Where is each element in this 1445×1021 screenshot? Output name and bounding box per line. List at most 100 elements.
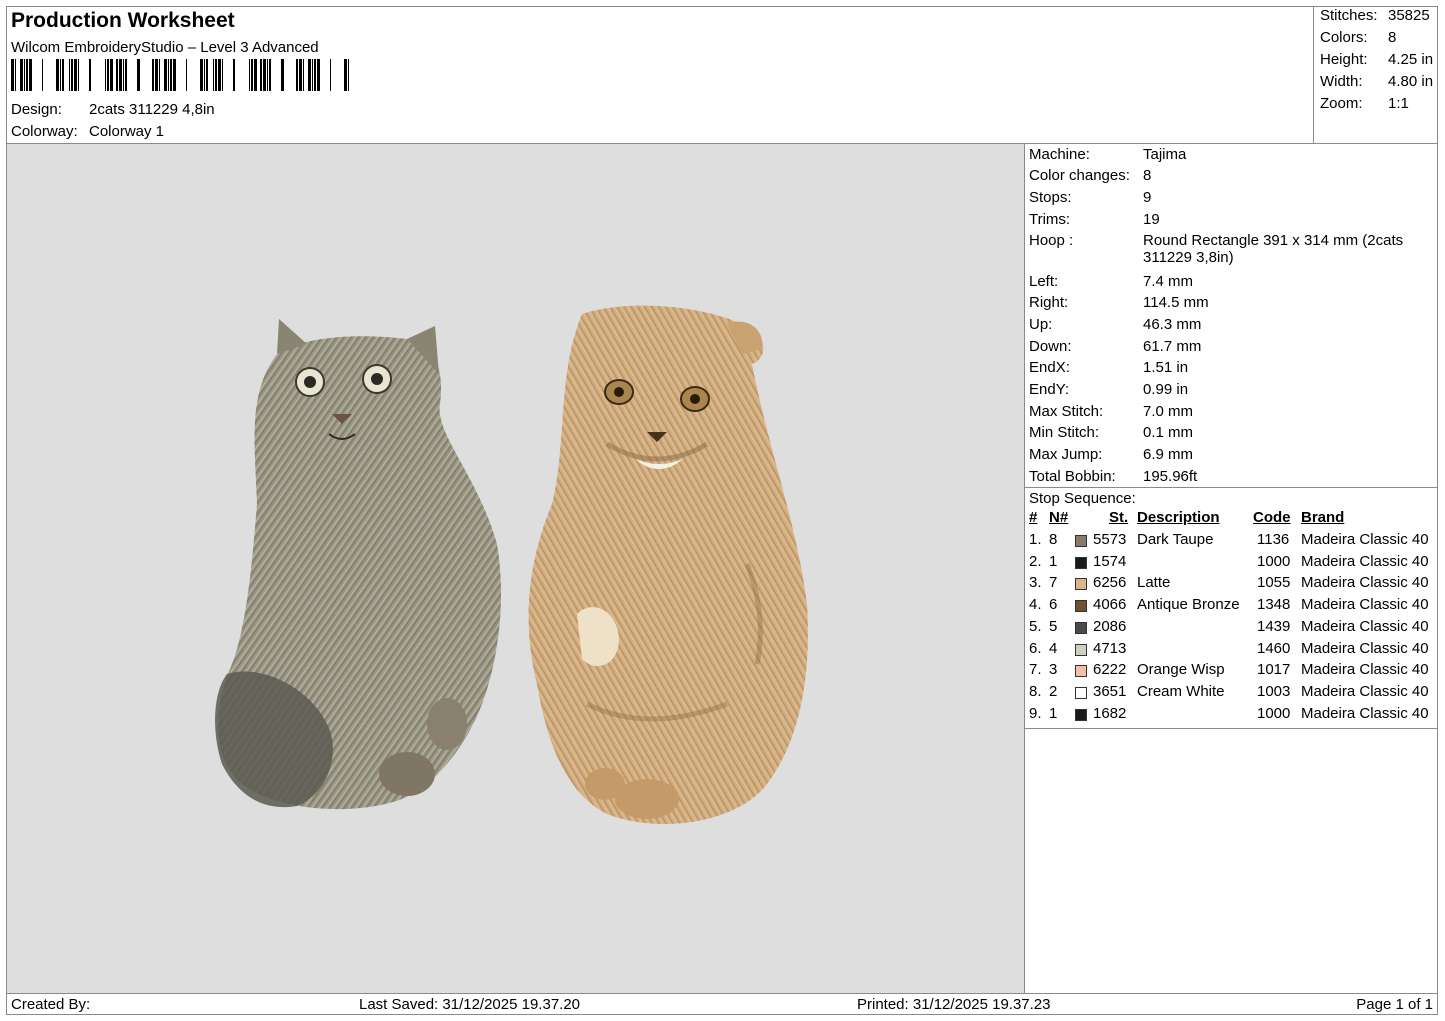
thread-color-swatch <box>1075 665 1087 678</box>
cell-code: 1000 <box>1257 704 1291 722</box>
design-value: 2cats 311229 4,8in <box>89 101 215 118</box>
thread-color-swatch <box>1075 578 1087 591</box>
stop-sequence-row: 9. 1 1682 1000 Madeira Classic 40 <box>1025 705 1437 727</box>
stop-sequence-header: # N# St. Description Code Brand <box>1025 509 1437 531</box>
stat-label: Height: <box>1320 51 1368 68</box>
info-label: Right: <box>1029 294 1069 311</box>
cell-n: 4 <box>1049 639 1058 657</box>
stat-zoom: Zoom: 1:1 <box>1320 95 1409 115</box>
cell-num: 5. <box>1029 617 1042 635</box>
col-num: # <box>1029 509 1038 526</box>
info-value: 8 <box>1143 167 1152 184</box>
software-name: Wilcom EmbroideryStudio – Level 3 Advanc… <box>11 39 319 56</box>
barcode-image <box>11 59 349 91</box>
embroidery-preview-image <box>215 305 808 824</box>
cell-brand: Madeira Classic 40 <box>1301 596 1429 614</box>
colorway-label: Colorway: <box>11 123 78 140</box>
worksheet-header: Production Worksheet Wilcom EmbroiderySt… <box>7 7 1313 143</box>
stat-label: Zoom: <box>1320 95 1363 112</box>
info-label: Total Bobbin: <box>1029 468 1116 485</box>
cell-num: 3. <box>1029 574 1042 592</box>
stop-sequence-row: 4. 6 4066 Antique Bronze 1348 Madeira Classic… <box>1025 596 1437 618</box>
info-label: Down: <box>1029 338 1072 355</box>
thread-color-swatch <box>1075 643 1087 656</box>
cell-num: 4. <box>1029 596 1042 614</box>
stat-label: Width: <box>1320 73 1363 90</box>
cell-n: 8 <box>1049 531 1058 548</box>
stop-sequence-row: 6. 4 4713 1460 Madeira Classic 40 <box>1025 640 1437 662</box>
page-title: Production Worksheet <box>11 9 235 32</box>
stat-value: 8 <box>1388 29 1397 46</box>
info-value: 9 <box>1143 189 1152 206</box>
ginger-cat-figure <box>528 305 808 824</box>
cell-desc: Dark Taupe <box>1137 531 1214 548</box>
cell-code: 1017 <box>1257 661 1291 679</box>
cell-brand: Madeira Classic 40 <box>1301 704 1429 722</box>
info-label: Max Stitch: <box>1029 403 1104 420</box>
cell-code: 1000 <box>1257 552 1291 570</box>
thread-color-swatch <box>1075 686 1087 699</box>
cell-num: 6. <box>1029 639 1042 657</box>
col-code: Code <box>1253 509 1291 526</box>
cell-brand: Madeira Classic 40 <box>1301 531 1429 548</box>
cell-n: 2 <box>1049 682 1058 700</box>
cell-n: 5 <box>1049 617 1058 635</box>
info-label: Up: <box>1029 316 1053 333</box>
sequence-divider <box>1025 728 1437 729</box>
stop-sequence-row: 1. 8 5573 Dark Taupe 1136 Madeira Classic 40 <box>1025 531 1437 553</box>
cell-brand: Madeira Classic 40 <box>1301 682 1429 700</box>
cell-st: 1682 <box>1093 704 1127 722</box>
cell-num: 8. <box>1029 682 1042 700</box>
info-value: 114.5 mm <box>1143 294 1209 311</box>
info-label: Machine: <box>1029 146 1090 163</box>
cell-n: 6 <box>1049 596 1058 614</box>
cell-n: 3 <box>1049 661 1058 679</box>
info-value: 1.51 in <box>1143 359 1189 376</box>
thread-color-swatch <box>1075 708 1087 721</box>
created-by: Created By: <box>11 996 91 1013</box>
info-label: Min Stitch: <box>1029 424 1100 441</box>
info-value: 195.96ft <box>1143 468 1198 485</box>
thread-color-swatch <box>1075 535 1087 547</box>
info-label: EndX: <box>1029 359 1070 376</box>
last-saved: Last Saved: 31/12/2025 19.37.20 <box>359 996 581 1013</box>
machine-info-panel: Machine: Tajima Color changes: 8 Stops: 9 T… <box>1025 144 1437 993</box>
cell-code: 1003 <box>1257 682 1291 700</box>
cell-st: 2086 <box>1093 617 1127 635</box>
info-label: Left: <box>1029 273 1059 290</box>
cell-st: 4066 <box>1093 596 1127 614</box>
stat-height: Height: 4.25 in <box>1320 51 1433 71</box>
info-value: 19 <box>1143 211 1160 228</box>
cell-num: 1. <box>1029 531 1042 548</box>
info-value: Round Rectangle 391 x 314 mm (2cats 3112… <box>1143 232 1404 266</box>
info-label: Max Jump: <box>1029 446 1103 463</box>
info-label: EndY: <box>1029 381 1070 398</box>
cell-code: 1055 <box>1257 574 1291 592</box>
cell-brand: Madeira Classic 40 <box>1301 617 1429 635</box>
thread-color-swatch <box>1075 600 1087 613</box>
stitch-stats-panel: Stitches: 35825 Colors: 8 Height: 4.25 in W… <box>1313 7 1439 143</box>
cell-n: 7 <box>1049 574 1058 592</box>
cell-num: 7. <box>1029 661 1042 679</box>
stat-label: Colors: <box>1320 29 1368 46</box>
stat-value: 35825 <box>1388 7 1430 24</box>
info-value: 0.1 mm <box>1143 424 1194 441</box>
stat-value: 1:1 <box>1388 95 1409 112</box>
cell-st: 3651 <box>1093 682 1127 700</box>
stop-sequence-row: 7. 3 6222 Orange Wisp 1017 Madeira Classic 40 <box>1025 661 1437 683</box>
stat-value: 4.80 in <box>1388 73 1434 90</box>
info-divider <box>1025 487 1437 488</box>
info-value: 7.0 mm <box>1143 403 1194 420</box>
cell-brand: Madeira Classic 40 <box>1301 639 1429 657</box>
grey-cat-figure <box>215 319 502 810</box>
cell-st: 5573 <box>1093 531 1127 548</box>
col-n: N# <box>1049 509 1069 526</box>
info-value: 7.4 mm <box>1143 273 1194 290</box>
stop-sequence-row: 2. 1 1574 1000 Madeira Classic 40 <box>1025 553 1437 575</box>
design-label: Design: <box>11 101 62 118</box>
cell-code: 1348 <box>1257 596 1291 614</box>
worksheet-frame: Production Worksheet Wilcom EmbroiderySt… <box>6 6 1438 1015</box>
cell-desc: Orange Wisp <box>1137 661 1225 679</box>
thread-color-swatch <box>1075 621 1087 634</box>
cell-st: 6256 <box>1093 574 1127 592</box>
